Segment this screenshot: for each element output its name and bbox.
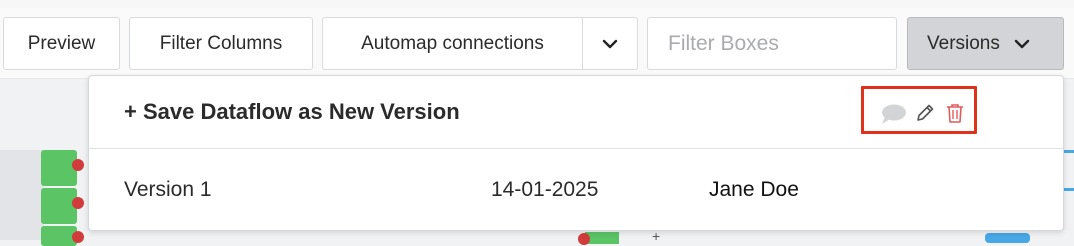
connector-dot[interactable] xyxy=(72,159,84,171)
preview-button[interactable]: Preview xyxy=(3,17,120,70)
pencil-icon[interactable] xyxy=(914,102,936,124)
connection-line xyxy=(1064,188,1074,191)
trash-icon[interactable] xyxy=(944,102,966,124)
dataflow-node[interactable] xyxy=(585,232,619,244)
automap-connections-button[interactable]: Automap connections xyxy=(322,17,582,70)
chevron-down-icon xyxy=(1014,39,1030,48)
canvas-column xyxy=(0,150,44,240)
connection-line xyxy=(1064,150,1074,153)
comment-icon[interactable] xyxy=(879,103,907,125)
connector-dot[interactable] xyxy=(578,233,590,245)
filter-boxes-input[interactable] xyxy=(647,17,897,70)
dataflow-node[interactable] xyxy=(41,188,77,224)
dataflow-node[interactable] xyxy=(41,150,77,186)
version-date: 14-01-2025 xyxy=(491,178,599,201)
filter-columns-button[interactable]: Filter Columns xyxy=(129,17,313,70)
versions-button-label: Versions xyxy=(927,32,1000,54)
connector-dot[interactable] xyxy=(72,231,84,243)
version-name: Version 1 xyxy=(124,178,212,201)
chevron-down-icon xyxy=(602,39,618,48)
version-row[interactable]: Version 1 14-01-2025 Jane Doe xyxy=(89,150,1063,232)
version-actions-highlight xyxy=(861,86,977,134)
version-author: Jane Doe xyxy=(709,178,799,201)
dataflow-node[interactable] xyxy=(985,233,1030,243)
automap-dropdown-button[interactable] xyxy=(582,17,638,70)
versions-button[interactable]: Versions xyxy=(907,17,1064,70)
connector-dot[interactable] xyxy=(72,197,84,209)
